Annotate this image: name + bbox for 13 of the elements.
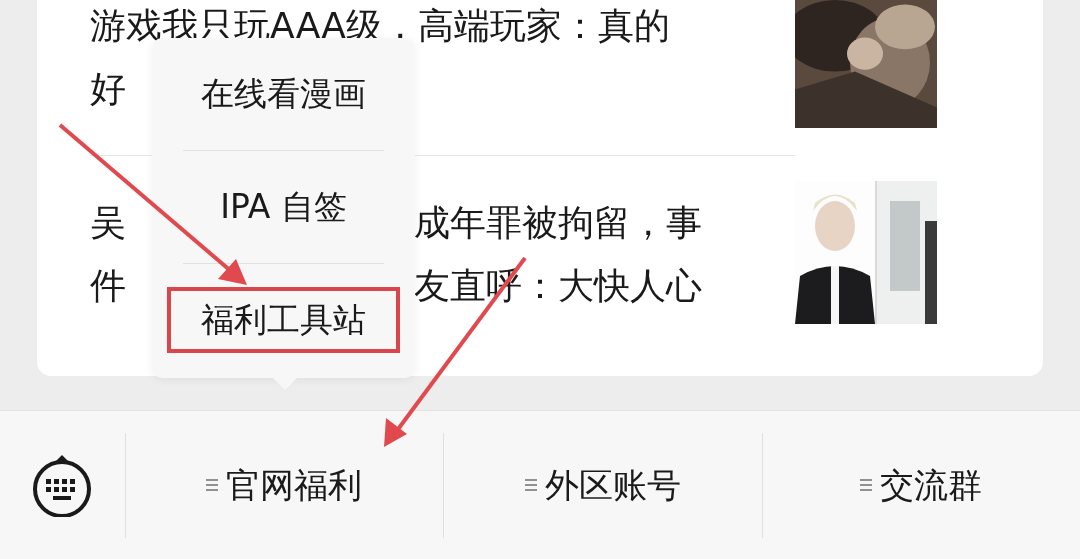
menu-item[interactable]: IPA 自签 xyxy=(183,151,384,263)
menu-item[interactable]: 在线看漫画 xyxy=(183,38,384,150)
article-title-text: 成年罪被拘留，事 xyxy=(414,201,702,245)
menu-tab[interactable]: 外区账号 xyxy=(443,432,762,538)
menu-icon xyxy=(860,477,873,493)
keyboard-icon[interactable] xyxy=(31,453,94,517)
menu-icon xyxy=(206,477,219,493)
article-title-text: 件 xyxy=(90,264,126,308)
article-title-text: 吴 xyxy=(90,201,126,245)
menu-icon xyxy=(524,477,537,493)
article-title-text: 好 xyxy=(90,67,126,111)
menu-tab[interactable]: 交流群 xyxy=(761,432,1080,538)
menu-item[interactable]: 福利工具站 xyxy=(167,287,400,353)
